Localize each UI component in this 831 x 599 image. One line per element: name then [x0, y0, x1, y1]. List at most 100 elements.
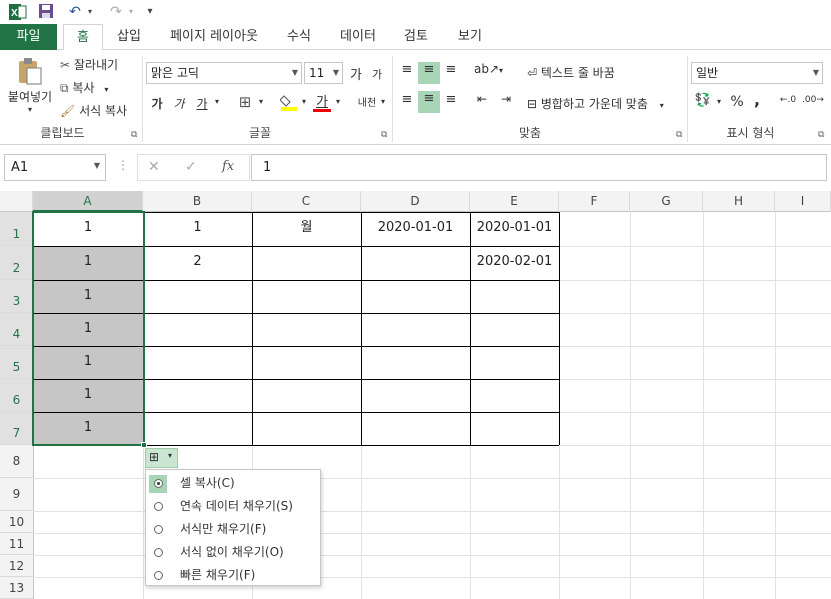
column-header-g[interactable]: G: [630, 191, 703, 212]
align-bottom-icon[interactable]: ≡: [441, 62, 461, 82]
row-header-1[interactable]: 1: [0, 212, 33, 246]
formula-input[interactable]: 1: [251, 154, 827, 181]
tab-view[interactable]: 보기: [449, 24, 491, 50]
undo-icon[interactable]: ↶: [66, 3, 84, 21]
customize-qat-icon[interactable]: ▾: [144, 3, 156, 21]
autofill-options-button[interactable]: ⊞ ▾: [145, 448, 178, 468]
row-header-3[interactable]: 3: [0, 280, 33, 313]
tab-formulas[interactable]: 수식: [278, 24, 320, 50]
cell-d1[interactable]: 2020-01-01: [361, 212, 470, 246]
select-all-corner[interactable]: [0, 191, 33, 212]
cell-a2[interactable]: 1: [33, 246, 143, 280]
tab-file[interactable]: 파일: [0, 24, 57, 50]
column-header-f[interactable]: F: [559, 191, 630, 212]
number-format-combo[interactable]: 일반 ▼: [691, 62, 823, 84]
increase-decimal-icon[interactable]: ←.0: [778, 95, 798, 105]
cell-e2[interactable]: 2020-02-01: [470, 246, 559, 280]
alignment-launcher-icon[interactable]: ⧉: [676, 130, 682, 140]
merge-center-button[interactable]: ⊟ 병합하고 가운데 맞춤 ▾: [527, 95, 664, 112]
column-header-h[interactable]: H: [703, 191, 775, 212]
cell-b2[interactable]: 2: [143, 246, 252, 280]
row-header-11[interactable]: 11: [0, 533, 33, 555]
align-middle-icon[interactable]: ≡: [418, 62, 440, 84]
enter-icon[interactable]: ✓: [185, 159, 197, 175]
column-header-c[interactable]: C: [252, 191, 361, 212]
cell-a3[interactable]: 1: [33, 280, 143, 313]
cell-a5[interactable]: 1: [33, 346, 143, 379]
row-header-5[interactable]: 5: [0, 346, 33, 379]
autofill-option-4[interactable]: 빠른 채우기(F): [146, 564, 320, 587]
align-left-icon[interactable]: ≡: [397, 92, 417, 107]
font-color-button[interactable]: 가: [313, 91, 331, 112]
cancel-icon[interactable]: ✕: [148, 159, 160, 175]
align-right-icon[interactable]: ≡: [441, 92, 461, 107]
cut-button[interactable]: ✂ 잘라내기: [60, 56, 118, 73]
undo-dropdown-icon[interactable]: ▾: [85, 3, 95, 21]
column-header-a[interactable]: A: [33, 191, 143, 212]
fill-color-icon[interactable]: [279, 92, 298, 116]
column-header-b[interactable]: B: [143, 191, 252, 212]
phonetic-dropdown-icon[interactable]: ▾: [378, 97, 388, 106]
tab-data[interactable]: 데이터: [332, 24, 384, 50]
tab-insert[interactable]: 삽입: [108, 24, 150, 50]
row-header-10[interactable]: 10: [0, 511, 33, 533]
shrink-font-button[interactable]: 가: [370, 66, 384, 82]
orientation-icon[interactable]: ab↗: [474, 62, 499, 76]
bold-button[interactable]: 가: [150, 95, 164, 112]
borders-icon[interactable]: ⊞: [236, 93, 254, 111]
cell-e1[interactable]: 2020-01-01: [470, 212, 559, 246]
accounting-dropdown-icon[interactable]: ▾: [714, 97, 724, 106]
redo-icon[interactable]: ↷: [107, 3, 125, 21]
clipboard-launcher-icon[interactable]: ⧉: [131, 130, 137, 140]
comma-button[interactable]: ,: [750, 90, 764, 109]
insert-function-button[interactable]: fx: [222, 159, 234, 174]
row-header-9[interactable]: 9: [0, 478, 33, 511]
percent-button[interactable]: %: [728, 94, 746, 110]
cell-a6[interactable]: 1: [33, 379, 143, 412]
wrap-text-button[interactable]: ⏎ 텍스트 줄 바꿈: [527, 64, 615, 81]
accounting-format-icon[interactable]: 💱: [693, 93, 713, 108]
font-size-combo[interactable]: 11 ▼: [304, 62, 343, 84]
autofill-option-1[interactable]: 연속 데이터 채우기(S): [146, 495, 320, 518]
tab-home[interactable]: 홈: [63, 24, 103, 53]
align-top-icon[interactable]: ≡: [397, 62, 417, 82]
cell-a4[interactable]: 1: [33, 313, 143, 346]
borders-dropdown-icon[interactable]: ▾: [256, 97, 266, 106]
row-header-7[interactable]: 7: [0, 412, 33, 445]
increase-indent-icon[interactable]: ⇥: [496, 92, 516, 106]
tab-page-layout[interactable]: 페이지 레이아웃: [160, 24, 268, 50]
italic-button[interactable]: 가: [172, 95, 186, 112]
format-painter-button[interactable]: 🖌 서식 복사: [60, 102, 127, 119]
autofill-option-2[interactable]: 서식만 채우기(F): [146, 518, 320, 541]
column-header-e[interactable]: E: [470, 191, 559, 212]
tab-review[interactable]: 검토: [395, 24, 437, 50]
grow-font-button[interactable]: 가: [348, 64, 364, 83]
column-header-d[interactable]: D: [361, 191, 470, 212]
cell-c1[interactable]: 월: [252, 212, 361, 246]
row-header-8[interactable]: 8: [0, 445, 33, 478]
number-launcher-icon[interactable]: ⧉: [818, 130, 824, 140]
underline-dropdown-icon[interactable]: ▾: [212, 97, 222, 106]
copy-button[interactable]: ⧉ 복사 ▾: [60, 79, 108, 96]
row-header-13[interactable]: 13: [0, 577, 33, 599]
orientation-dropdown-icon[interactable]: ▾: [496, 66, 506, 75]
autofill-option-0[interactable]: 셀 복사(C): [146, 472, 320, 495]
redo-dropdown-icon[interactable]: ▾: [126, 3, 136, 21]
cell-b1[interactable]: 1: [143, 212, 252, 246]
cell-a1[interactable]: 1: [33, 212, 143, 246]
row-header-6[interactable]: 6: [0, 379, 33, 412]
name-box[interactable]: A1 ▼: [4, 154, 106, 181]
align-center-icon[interactable]: ≡: [418, 91, 440, 113]
column-header-i[interactable]: I: [775, 191, 831, 212]
decrease-indent-icon[interactable]: ⇤: [472, 92, 492, 106]
cell-a7[interactable]: 1: [33, 412, 143, 445]
font-name-combo[interactable]: 맑은 고딕 ▼: [146, 62, 302, 84]
row-header-12[interactable]: 12: [0, 555, 33, 577]
save-icon[interactable]: [36, 3, 56, 21]
underline-button[interactable]: 가: [195, 95, 209, 112]
font-color-dropdown-icon[interactable]: ▾: [333, 97, 343, 106]
autofill-option-3[interactable]: 서식 없이 채우기(O): [146, 541, 320, 564]
font-launcher-icon[interactable]: ⧉: [381, 130, 387, 140]
paste-button[interactable]: 붙여넣기 ▾: [6, 56, 54, 118]
row-header-2[interactable]: 2: [0, 246, 33, 280]
